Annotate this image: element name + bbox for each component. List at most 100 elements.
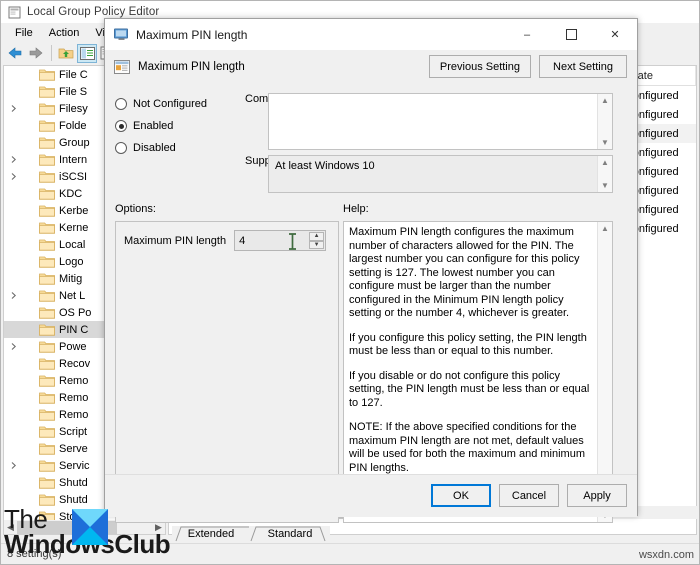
tab-standard-label: Standard	[267, 528, 313, 540]
supported-on-field: At least Windows 10 ▲ ▼	[268, 155, 613, 193]
folder-icon	[39, 204, 55, 217]
tab-extended[interactable]: Extended	[172, 526, 250, 542]
radio-disabled[interactable]: Disabled	[115, 137, 235, 159]
forward-arrow-icon[interactable]	[26, 44, 46, 63]
folder-icon	[39, 289, 55, 302]
radio-enabled-indicator[interactable]	[115, 120, 127, 132]
close-button[interactable]: ✕	[593, 20, 637, 50]
dialog-body: Maximum PIN length Previous Setting Next…	[105, 51, 637, 523]
folder-icon	[39, 102, 55, 115]
radio-not-configured-indicator[interactable]	[115, 98, 127, 110]
tree-item-label: Net L	[59, 289, 86, 302]
policy-window-icon	[114, 27, 129, 42]
comment-textarea[interactable]: ▲ ▼	[268, 93, 613, 150]
chevron-right-icon[interactable]	[6, 457, 21, 474]
apply-button[interactable]: Apply	[567, 484, 627, 507]
tree-item-label: Kerbe	[59, 204, 89, 217]
console-icon	[8, 6, 21, 19]
supported-scrollbar[interactable]: ▲ ▼	[597, 156, 612, 192]
folder-icon	[39, 425, 55, 438]
folder-icon	[39, 442, 55, 455]
next-setting-button[interactable]: Next Setting	[539, 55, 627, 78]
chevron-right-icon[interactable]	[6, 338, 21, 355]
maximum-pin-length-value[interactable]: 4	[235, 235, 245, 247]
dialog-footer: OK Cancel Apply	[105, 474, 637, 517]
tree-item-label: Remo	[59, 374, 89, 387]
radio-disabled-indicator[interactable]	[115, 142, 127, 154]
radio-disabled-label: Disabled	[133, 142, 176, 154]
scroll-up-icon[interactable]: ▲	[598, 94, 612, 107]
radio-enabled[interactable]: Enabled	[115, 115, 235, 137]
radio-enabled-label: Enabled	[133, 120, 174, 132]
dialog-titlebar[interactable]: Maximum PIN length – ✕	[105, 19, 637, 51]
folder-icon	[39, 272, 55, 285]
previous-setting-button[interactable]: Previous Setting	[428, 55, 531, 78]
maximum-pin-length-stepper[interactable]: 4 ▲ ▼	[234, 230, 327, 251]
back-arrow-icon[interactable]	[5, 44, 25, 63]
show-hide-console-tree-icon[interactable]	[77, 43, 97, 63]
maximize-button[interactable]	[549, 20, 593, 50]
folder-icon	[39, 476, 55, 489]
tree-item-label: OS Po	[59, 306, 92, 319]
folder-icon	[39, 408, 55, 421]
ok-button[interactable]: OK	[431, 484, 491, 507]
chevron-right-icon[interactable]	[6, 100, 21, 117]
help-paragraph-4: NOTE: If the above specified conditions …	[349, 421, 585, 474]
folder-icon	[39, 493, 55, 506]
folder-icon	[39, 374, 55, 387]
radio-not-configured[interactable]: Not Configured	[115, 93, 235, 115]
policy-setting-dialog: Maximum PIN length – ✕ Maximum PIN lengt…	[104, 18, 638, 523]
supported-on-value: At least Windows 10	[275, 160, 375, 172]
folder-icon	[39, 85, 55, 98]
folder-icon	[39, 340, 55, 353]
tab-extended-label: Extended	[187, 528, 235, 540]
help-scroll-up-icon[interactable]: ▲	[598, 222, 612, 235]
help-label: Help:	[343, 203, 369, 215]
scroll-down-icon[interactable]: ▼	[598, 136, 612, 149]
tree-item-label: Script	[59, 425, 88, 438]
folder-icon	[39, 187, 55, 200]
stepper-down-icon[interactable]: ▼	[309, 240, 325, 249]
comment-scrollbar[interactable]: ▲ ▼	[597, 94, 612, 149]
folder-icon	[39, 323, 55, 336]
tree-item-label: KDC	[59, 187, 83, 200]
menu-file[interactable]: File	[7, 25, 41, 41]
maximum-pin-length-row: Maximum PIN length 4 ▲ ▼	[124, 230, 327, 251]
cancel-button[interactable]: Cancel	[499, 484, 559, 507]
chevron-right-icon[interactable]	[6, 287, 21, 304]
policy-name: Maximum PIN length	[138, 61, 245, 73]
folder-icon	[39, 68, 55, 81]
minimize-button[interactable]: –	[505, 20, 549, 50]
menu-action[interactable]: Action	[41, 25, 88, 41]
stepper-buttons[interactable]: ▲ ▼	[309, 232, 325, 249]
status-bar: 8 setting(s)	[1, 543, 699, 564]
tree-item-label: iSCSI	[59, 170, 88, 183]
policy-setting-icon	[114, 59, 130, 75]
maximum-pin-length-label: Maximum PIN length	[124, 234, 227, 247]
scroll-left-icon[interactable]: ◀	[4, 521, 17, 534]
chevron-right-icon[interactable]	[6, 151, 21, 168]
tab-standard[interactable]: Standard	[250, 526, 330, 542]
folder-icon	[39, 459, 55, 472]
supported-scroll-down-icon[interactable]: ▼	[598, 179, 612, 192]
dialog-action-buttons: OK Cancel Apply	[431, 484, 627, 507]
folder-icon	[39, 221, 55, 234]
tree-item-label: Filesy	[59, 102, 88, 115]
folder-icon	[39, 153, 55, 166]
tree-item-label: Remo	[59, 408, 89, 421]
folder-icon	[39, 255, 55, 268]
up-folder-icon[interactable]	[56, 44, 76, 63]
folder-icon	[39, 357, 55, 370]
supported-scroll-up-icon[interactable]: ▲	[598, 156, 612, 169]
chevron-right-icon[interactable]	[6, 168, 21, 185]
stepper-up-icon[interactable]: ▲	[309, 232, 325, 241]
tree-item-label: Local	[59, 238, 86, 251]
